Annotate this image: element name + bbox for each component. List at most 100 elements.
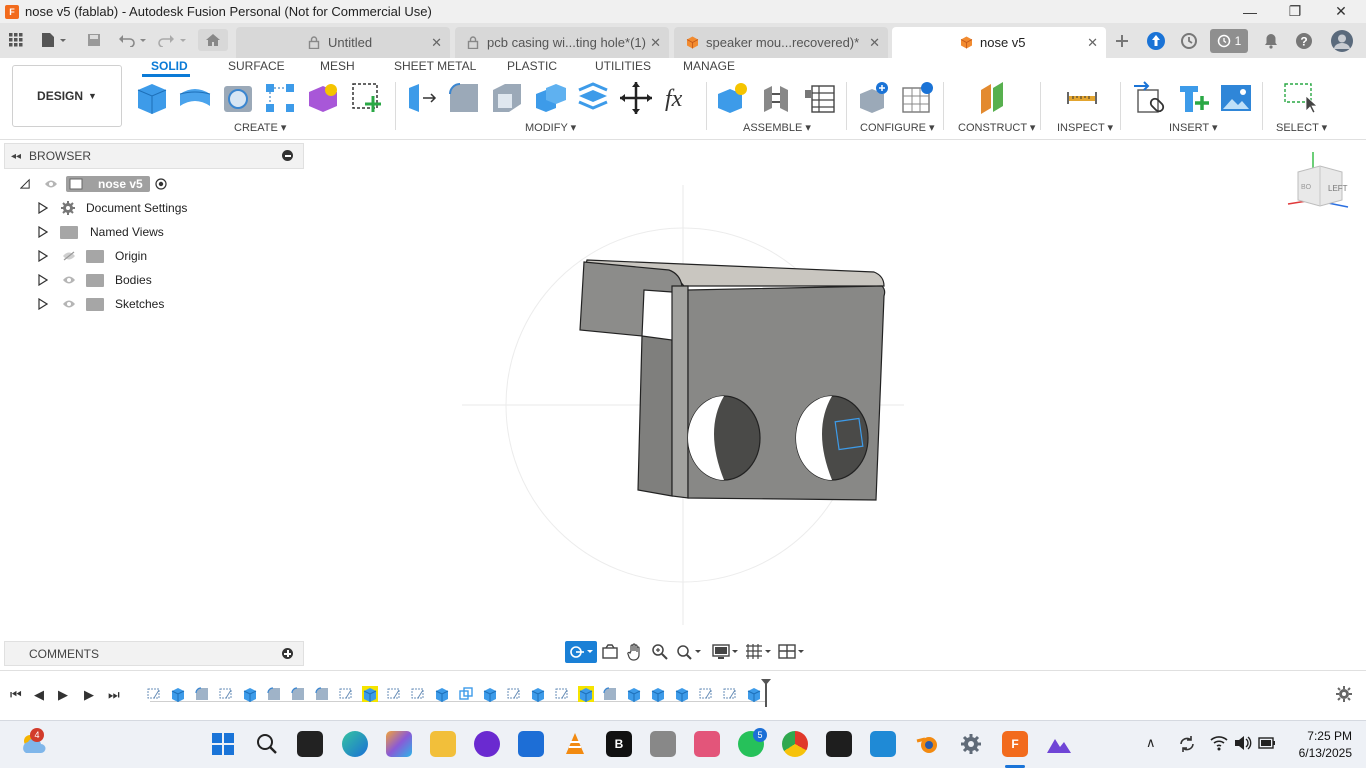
close-tab-icon[interactable]: ✕ bbox=[431, 35, 442, 51]
tab-surface[interactable]: SURFACE bbox=[228, 59, 285, 73]
go-to-end-icon[interactable]: ⏭ bbox=[108, 687, 120, 703]
timeline-feature-fillet-icon[interactable] bbox=[194, 686, 210, 702]
maximize-button[interactable]: ❐ bbox=[1272, 0, 1318, 23]
hidden-eye-icon[interactable] bbox=[62, 251, 76, 261]
play-icon[interactable]: ▶ bbox=[58, 687, 68, 703]
avatar[interactable] bbox=[1329, 29, 1355, 53]
timeline-feature-fillet-icon[interactable] bbox=[266, 686, 282, 702]
pan-hand-icon[interactable] bbox=[623, 641, 647, 663]
timeline-feature-fillet-icon[interactable] bbox=[602, 686, 618, 702]
window-select-icon[interactable] bbox=[1282, 80, 1319, 116]
help-icon[interactable]: ? bbox=[1292, 29, 1316, 53]
step-back-icon[interactable]: ◀ bbox=[34, 687, 44, 703]
search-icon[interactable] bbox=[254, 731, 280, 757]
timeline-feature-body-icon[interactable] bbox=[362, 686, 378, 702]
configure-icon[interactable] bbox=[856, 80, 892, 116]
shell-icon[interactable] bbox=[489, 80, 525, 116]
calculator-icon[interactable] bbox=[650, 731, 676, 757]
tree-item-sketches[interactable]: Sketches bbox=[0, 293, 304, 315]
job-status-icon[interactable] bbox=[1177, 29, 1201, 53]
timeline-feature-body-icon[interactable] bbox=[746, 686, 762, 702]
timeline-feature-fillet-icon[interactable] bbox=[314, 686, 330, 702]
timeline-feature-sketch-icon[interactable] bbox=[146, 686, 162, 702]
media-app-icon[interactable] bbox=[474, 731, 500, 757]
tab-nose-v5[interactable]: nose v5 ✕ bbox=[892, 27, 1106, 58]
model-view[interactable] bbox=[304, 140, 1366, 670]
timeline-feature-sketch-icon[interactable] bbox=[218, 686, 234, 702]
extensions-icon[interactable] bbox=[1144, 29, 1168, 53]
insert-derive-icon[interactable] bbox=[1132, 80, 1168, 116]
select-group-label[interactable]: SELECT ▾ bbox=[1276, 121, 1327, 134]
notifications-icon[interactable] bbox=[1259, 29, 1283, 53]
fit-view-icon[interactable] bbox=[673, 641, 705, 663]
file-explorer-icon[interactable] bbox=[430, 731, 456, 757]
terminal-icon[interactable] bbox=[826, 731, 852, 757]
assemble-group-label[interactable]: ASSEMBLE ▾ bbox=[743, 121, 811, 134]
start-button-icon[interactable] bbox=[210, 731, 236, 757]
redo-icon[interactable] bbox=[156, 29, 190, 51]
vlc-icon[interactable] bbox=[562, 731, 588, 757]
tab-mesh[interactable]: MESH bbox=[320, 59, 355, 73]
task-view-icon[interactable] bbox=[297, 731, 323, 757]
close-tab-icon[interactable]: ✕ bbox=[1087, 35, 1098, 51]
bom-icon[interactable] bbox=[802, 80, 838, 116]
chrome-icon[interactable] bbox=[782, 731, 808, 757]
battery-icon[interactable] bbox=[1258, 736, 1276, 750]
home-icon[interactable] bbox=[198, 29, 228, 51]
store-icon[interactable] bbox=[518, 731, 544, 757]
file-menu-icon[interactable] bbox=[38, 29, 70, 51]
tab-manage[interactable]: MANAGE bbox=[683, 59, 735, 73]
tab-speaker-mount[interactable]: speaker mou...recovered)* ✕ bbox=[674, 27, 888, 58]
timeline-feature-body-icon[interactable] bbox=[482, 686, 498, 702]
create-group-label[interactable]: CREATE ▾ bbox=[234, 121, 286, 134]
tab-sheet-metal[interactable]: SHEET METAL bbox=[394, 59, 476, 73]
bitwarden-icon[interactable]: B bbox=[606, 731, 632, 757]
joint-icon[interactable] bbox=[758, 80, 794, 116]
system-clock[interactable]: 7:25 PM 6/13/2025 bbox=[1299, 728, 1352, 762]
timeline-feature-combine-icon[interactable] bbox=[458, 686, 474, 702]
parameters-icon[interactable]: fx bbox=[661, 80, 697, 116]
tree-item-document-settings[interactable]: Document Settings bbox=[0, 197, 304, 219]
timeline-feature-body-icon[interactable] bbox=[674, 686, 690, 702]
visibility-eye-icon[interactable] bbox=[62, 299, 76, 309]
insert-canvas-icon[interactable] bbox=[1218, 80, 1254, 116]
timeline-feature-fillet-icon[interactable] bbox=[290, 686, 306, 702]
minus-circle-icon[interactable] bbox=[282, 150, 293, 161]
workspace-switcher[interactable]: DESIGN ▼ bbox=[12, 65, 122, 127]
tab-pcb-casing[interactable]: pcb casing wi...ting hole*(1) ✕ bbox=[455, 27, 669, 58]
timeline-feature-body-icon[interactable] bbox=[650, 686, 666, 702]
zoom-icon[interactable] bbox=[648, 641, 672, 663]
visibility-eye-icon[interactable] bbox=[62, 275, 76, 285]
3d-viewport[interactable]: LEFT BO bbox=[304, 140, 1366, 670]
collapsed-triangle-icon[interactable] bbox=[38, 226, 48, 238]
timeline-feature-sketch-icon[interactable] bbox=[338, 686, 354, 702]
tab-plastic[interactable]: PLASTIC bbox=[507, 59, 557, 73]
timeline-feature-sketch-icon[interactable] bbox=[506, 686, 522, 702]
close-window-button[interactable]: ✕ bbox=[1318, 0, 1364, 23]
edge-browser-icon[interactable] bbox=[342, 731, 368, 757]
activate-radio-icon[interactable] bbox=[155, 178, 167, 190]
timeline-feature-body-icon[interactable] bbox=[578, 686, 594, 702]
photos-icon[interactable] bbox=[694, 731, 720, 757]
fusion-taskbar-icon[interactable]: F bbox=[1002, 731, 1028, 757]
press-pull-icon[interactable] bbox=[403, 80, 439, 116]
viewcube[interactable]: LEFT BO bbox=[1284, 152, 1354, 216]
copilot-icon[interactable] bbox=[386, 731, 412, 757]
collapsed-triangle-icon[interactable] bbox=[38, 298, 48, 310]
extrude-icon[interactable] bbox=[177, 80, 213, 116]
insert-group-label[interactable]: INSERT ▾ bbox=[1169, 121, 1218, 134]
tree-item-named-views[interactable]: Named Views bbox=[0, 221, 304, 243]
new-component-icon[interactable] bbox=[134, 80, 170, 116]
modify-group-label[interactable]: MODIFY ▾ bbox=[525, 121, 576, 134]
step-forward-icon[interactable]: ▶ bbox=[84, 687, 94, 703]
grid-settings-icon[interactable] bbox=[743, 641, 775, 663]
revolve-icon[interactable] bbox=[220, 80, 256, 116]
form-icon[interactable] bbox=[305, 80, 341, 116]
collapsed-triangle-icon[interactable] bbox=[38, 274, 48, 286]
timeline-feature-sketch-icon[interactable] bbox=[386, 686, 402, 702]
combine-icon[interactable] bbox=[532, 80, 568, 116]
volume-icon[interactable] bbox=[1234, 735, 1252, 751]
pattern-icon[interactable] bbox=[262, 80, 298, 116]
close-tab-icon[interactable]: ✕ bbox=[869, 35, 880, 51]
vscode-icon[interactable] bbox=[870, 731, 896, 757]
